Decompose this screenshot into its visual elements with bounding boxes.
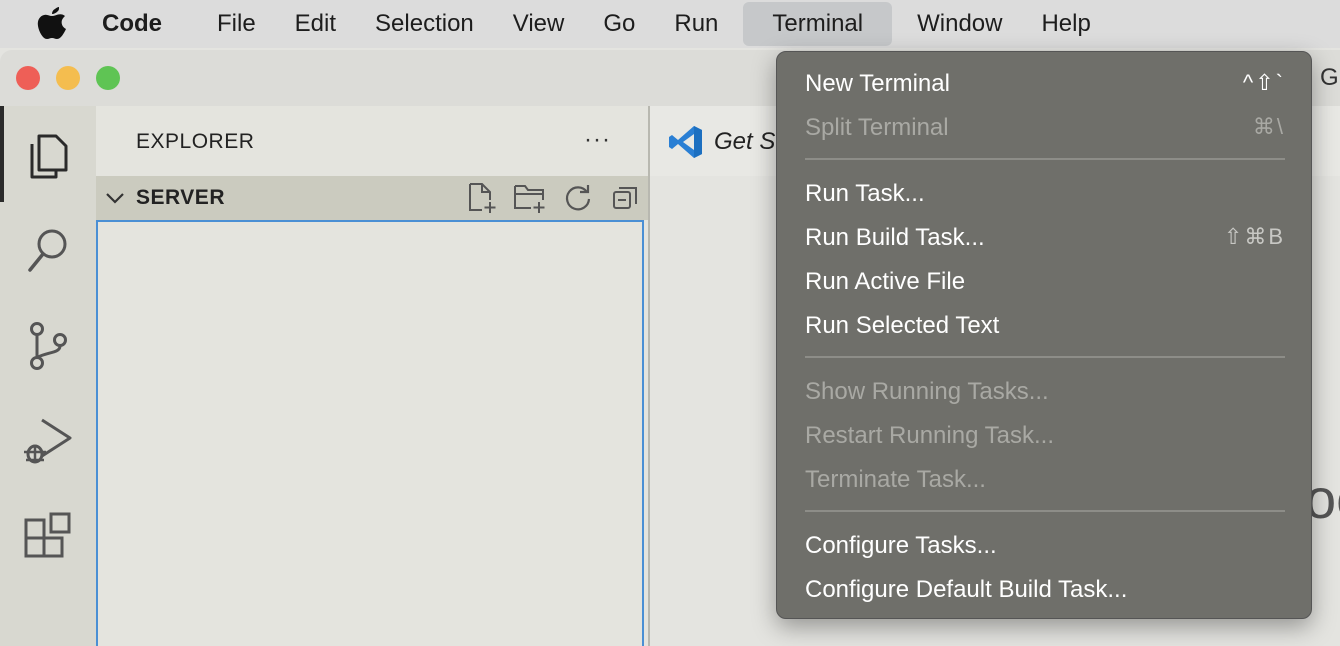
menu-item-restart-running-task: Restart Running Task... [805, 416, 1285, 456]
more-actions-icon[interactable]: ··· [584, 126, 611, 154]
menu-item-run-build-task[interactable]: Run Build Task... ⇧⌘B [805, 218, 1285, 258]
menu-item-label: Configure Default Build Task... [805, 576, 1128, 603]
menu-item-terminate-task: Terminate Task... [805, 460, 1285, 500]
menu-item-label: New Terminal [805, 70, 950, 97]
menu-item-run-selected-text[interactable]: Run Selected Text [805, 306, 1285, 346]
menu-app-name[interactable]: Code [102, 10, 162, 38]
menu-window[interactable]: Window [903, 6, 1016, 42]
new-file-icon[interactable] [458, 180, 506, 216]
zoom-window-button[interactable] [96, 66, 120, 90]
explorer-activity-button[interactable] [0, 106, 96, 202]
menu-item-new-terminal[interactable]: New Terminal ^⇧` [805, 64, 1285, 104]
menu-item-label: Restart Running Task... [805, 422, 1055, 449]
close-window-button[interactable] [16, 66, 40, 90]
menu-help[interactable]: Help [1027, 6, 1104, 42]
files-icon [30, 134, 68, 179]
menu-item-label: Run Active File [805, 268, 966, 295]
menu-bar: Code File Edit Selection View Go Run Ter… [0, 0, 1340, 48]
menu-item-configure-default-build-task[interactable]: Configure Default Build Task... [805, 570, 1285, 610]
menu-item-run-active-file[interactable]: Run Active File [805, 262, 1285, 302]
menu-separator [805, 510, 1285, 512]
window-title: G [1320, 64, 1339, 91]
menu-go[interactable]: Go [589, 6, 649, 42]
explorer-title: EXPLORER [136, 130, 255, 153]
menu-view[interactable]: View [499, 6, 579, 42]
source-control-activity-button[interactable] [0, 298, 96, 394]
apple-icon[interactable] [36, 6, 72, 42]
menu-item-label: Run Build Task... [805, 224, 985, 251]
menu-item-configure-tasks[interactable]: Configure Tasks... [805, 526, 1285, 566]
explorer-header: EXPLORER ··· [96, 106, 648, 176]
file-tree[interactable] [96, 220, 644, 646]
terminal-menu: New Terminal ^⇧` Split Terminal ⌘\ Run T… [776, 51, 1312, 619]
menu-separator [805, 356, 1285, 358]
collapse-all-icon[interactable] [602, 180, 650, 216]
new-folder-icon[interactable] [506, 180, 554, 216]
run-debug-icon [24, 418, 72, 464]
menu-item-label: Run Task... [805, 180, 925, 207]
menu-selection[interactable]: Selection [361, 6, 488, 42]
menu-item-split-terminal: Split Terminal ⌘\ [805, 108, 1285, 148]
menu-terminal[interactable]: Terminal [743, 2, 893, 46]
menu-file[interactable]: File [203, 6, 270, 42]
menu-edit[interactable]: Edit [281, 6, 350, 42]
menu-item-label: Show Running Tasks... [805, 378, 1049, 405]
menu-item-show-running-tasks: Show Running Tasks... [805, 372, 1285, 412]
source-control-icon [30, 322, 67, 370]
menu-item-run-task[interactable]: Run Task... [805, 174, 1285, 214]
folder-actions [458, 180, 650, 216]
search-activity-button[interactable] [0, 202, 96, 298]
server-folder-header[interactable]: SERVER [96, 176, 648, 220]
refresh-icon[interactable] [554, 180, 602, 216]
menu-separator [805, 158, 1285, 160]
menu-item-label: Configure Tasks... [805, 532, 997, 559]
menu-run[interactable]: Run [660, 6, 732, 42]
explorer-sidebar: EXPLORER ··· SERVER [96, 106, 648, 646]
shortcut-label: ⇧⌘B [1223, 224, 1285, 249]
vscode-logo-icon [668, 124, 704, 165]
chevron-down-icon[interactable] [104, 186, 128, 210]
shortcut-label: ⌘\ [1252, 114, 1285, 139]
folder-title: SERVER [136, 186, 225, 209]
menu-item-label: Split Terminal [805, 114, 949, 141]
minimize-window-button[interactable] [56, 66, 80, 90]
activity-bar [0, 106, 96, 646]
extensions-activity-button[interactable] [0, 490, 96, 586]
run-debug-activity-button[interactable] [0, 394, 96, 490]
extensions-icon [24, 512, 71, 558]
menu-item-label: Terminate Task... [805, 466, 986, 493]
menu-item-label: Run Selected Text [805, 312, 1000, 339]
search-icon [28, 229, 67, 272]
tab-label: Get S [714, 128, 776, 155]
shortcut-label: ^⇧` [1242, 70, 1285, 95]
